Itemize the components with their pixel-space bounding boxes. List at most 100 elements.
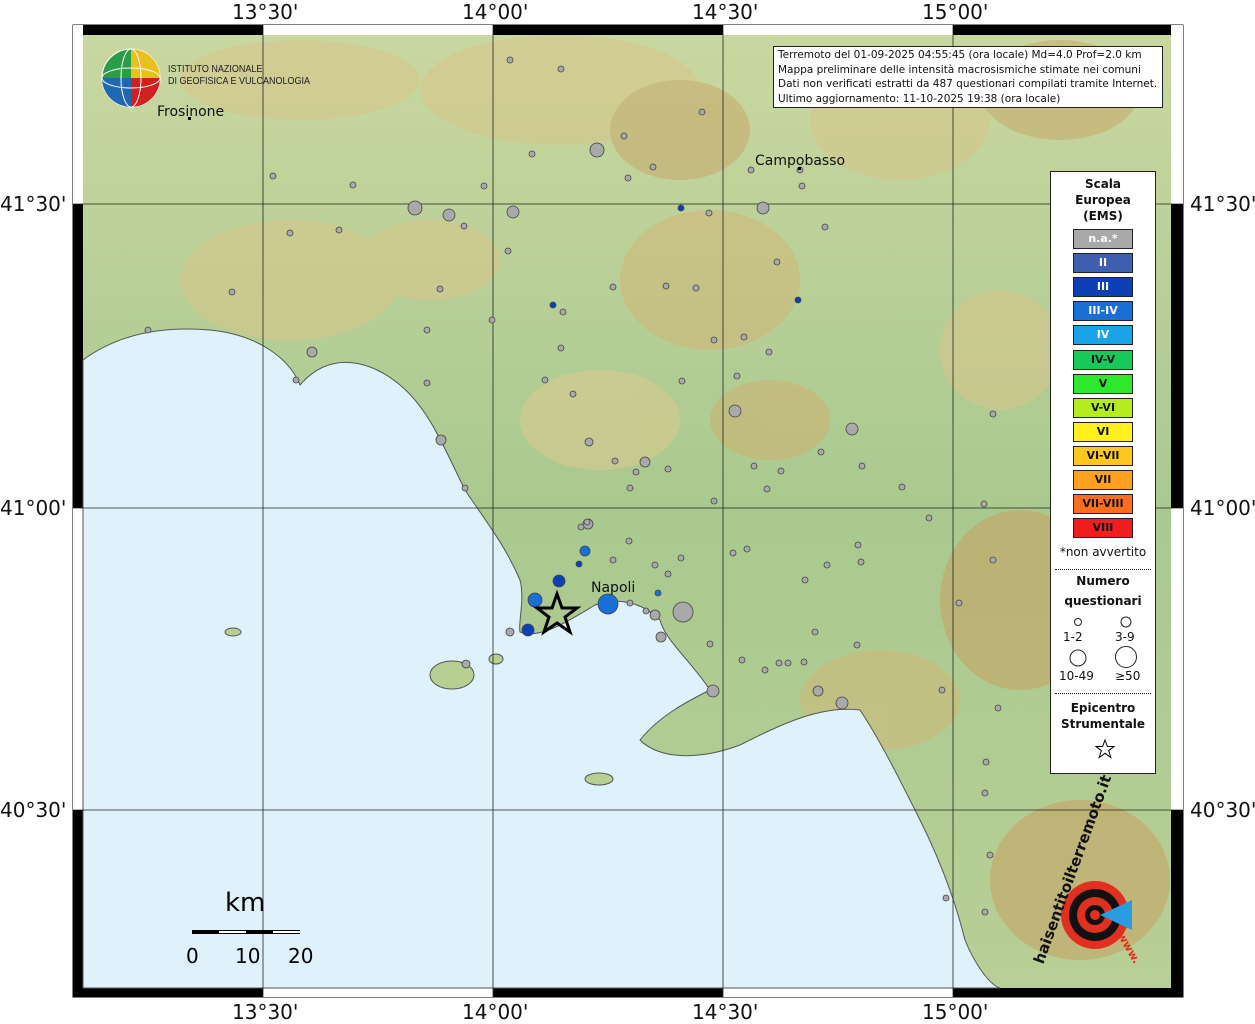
intensity-point	[775, 659, 783, 667]
intensity-point	[986, 851, 994, 859]
intensity-point	[756, 201, 770, 215]
legend-count-title1: Numero	[1076, 574, 1130, 588]
legend-item-8: V-VI	[1073, 397, 1133, 418]
intensity-point	[925, 514, 933, 522]
intensity-point	[552, 574, 566, 588]
intensity-point	[989, 556, 997, 564]
event-info-line2: Mappa preliminare delle intensità macros…	[778, 63, 1141, 76]
event-info-line1: Terremoto del 01-09-2025 04:55:45 (ora l…	[778, 49, 1142, 61]
intensity-point	[654, 589, 662, 597]
intensity-point	[982, 758, 990, 766]
frame-segment	[723, 988, 953, 997]
intensity-point	[743, 545, 751, 553]
intensity-point	[747, 166, 755, 174]
intensity-point	[994, 704, 1002, 712]
intensity-point	[980, 500, 988, 508]
intensity-point	[763, 485, 771, 493]
intensity-point	[569, 390, 577, 398]
tick-left-4030: 40°30'	[0, 798, 67, 822]
intensity-point	[557, 344, 565, 352]
intensity-point	[773, 258, 781, 266]
legend-star-icon	[1095, 739, 1115, 759]
ingv-line2: DI GEOFISICA E VULCANOLOGIA	[168, 76, 311, 87]
intensity-point	[423, 379, 431, 387]
ingv-line1: ISTITUTO NAZIONALE	[168, 64, 263, 75]
tick-bottom-1500: 15°00'	[922, 1000, 989, 1024]
intensity-point	[521, 623, 535, 637]
legend-count-title2: questionari	[1064, 594, 1142, 608]
legend-item-13: VIII	[1073, 518, 1133, 539]
city-frosinone: Frosinone	[157, 104, 225, 120]
intensity-point	[575, 560, 583, 568]
intensity-point	[436, 285, 444, 293]
intensity-point	[228, 288, 236, 296]
intensity-point	[349, 181, 357, 189]
intensity-point	[642, 607, 650, 615]
intensity-point	[835, 696, 849, 710]
intensity-point	[626, 599, 634, 607]
intensity-point	[812, 685, 824, 697]
ingv-logo-icon	[101, 48, 161, 108]
scalebar-segment-1	[192, 930, 219, 934]
frame-segment	[73, 810, 83, 997]
frame-segment	[263, 988, 493, 997]
intensity-point	[801, 576, 809, 584]
intensity-point	[306, 346, 318, 358]
intensity-point	[620, 132, 628, 140]
scalebar-label-20: 20	[288, 944, 314, 968]
legend-item-5: IV	[1073, 325, 1133, 346]
tick-left-4130: 41°30'	[0, 192, 67, 216]
intensity-point	[664, 570, 672, 578]
tick-right-4030: 40°30'	[1190, 798, 1255, 822]
intensity-point	[651, 561, 659, 569]
intensity-point	[821, 223, 829, 231]
intensity-point	[710, 497, 718, 505]
legend-count-label-3: 10-49	[1059, 669, 1094, 683]
intensity-point	[632, 468, 640, 476]
legend-count-label-4: ≥50	[1115, 669, 1141, 683]
tick-top-1430: 14°30'	[692, 0, 759, 24]
intensity-point	[738, 656, 746, 664]
intensity-point	[942, 894, 950, 902]
intensity-point	[938, 686, 946, 694]
intensity-point	[845, 422, 859, 436]
frame-segment	[73, 25, 83, 204]
intensity-point	[144, 326, 152, 334]
intensity-point	[800, 658, 808, 666]
legend-title: Scala Europea (EMS)	[1051, 176, 1155, 224]
intensity-point	[624, 174, 632, 182]
city-campobasso: Campobasso	[755, 153, 846, 169]
city-napoli: Napoli	[591, 580, 636, 596]
intensity-point	[335, 226, 343, 234]
intensity-point	[823, 561, 831, 569]
intensity-point	[728, 404, 742, 418]
frame-segment	[1171, 25, 1183, 204]
frame-segment	[263, 25, 493, 35]
intensity-point	[765, 348, 773, 356]
legend-item-6: IV-V	[1073, 349, 1133, 370]
intensity-point	[488, 316, 496, 324]
intensity-point	[655, 631, 667, 643]
frame-segment	[723, 25, 953, 35]
legend-count-label-1: 1-2	[1063, 630, 1083, 644]
tick-top-1400: 14°00'	[462, 0, 529, 24]
island-ventotene	[224, 627, 242, 637]
frame-segment	[1171, 204, 1183, 508]
intensity-point	[750, 462, 758, 470]
intensity-point	[955, 599, 963, 607]
scalebar-unit: km	[225, 888, 266, 918]
legend-epicenter-title1: Epicentro	[1070, 701, 1136, 715]
legend-title-line3: (EMS)	[1083, 209, 1123, 223]
legend-item-9: VI	[1073, 421, 1133, 442]
event-info-line4: Ultimo aggiornamento: 11-10-2025 19:38 (…	[778, 92, 1061, 105]
legend: Scala Europea (EMS) n.a.* II III III-IV IV IV…	[1050, 171, 1156, 774]
intensity-point	[981, 908, 989, 916]
tick-left-4100: 41°00'	[0, 496, 67, 520]
intensity-point	[625, 537, 633, 545]
intensity-point	[480, 182, 488, 190]
frame-segment	[953, 988, 1183, 997]
legend-item-4: III-IV	[1073, 301, 1133, 322]
legend-item-2: II	[1073, 253, 1133, 274]
tick-top-1500: 15°00'	[922, 0, 989, 24]
legend-item-3: III	[1073, 277, 1133, 298]
